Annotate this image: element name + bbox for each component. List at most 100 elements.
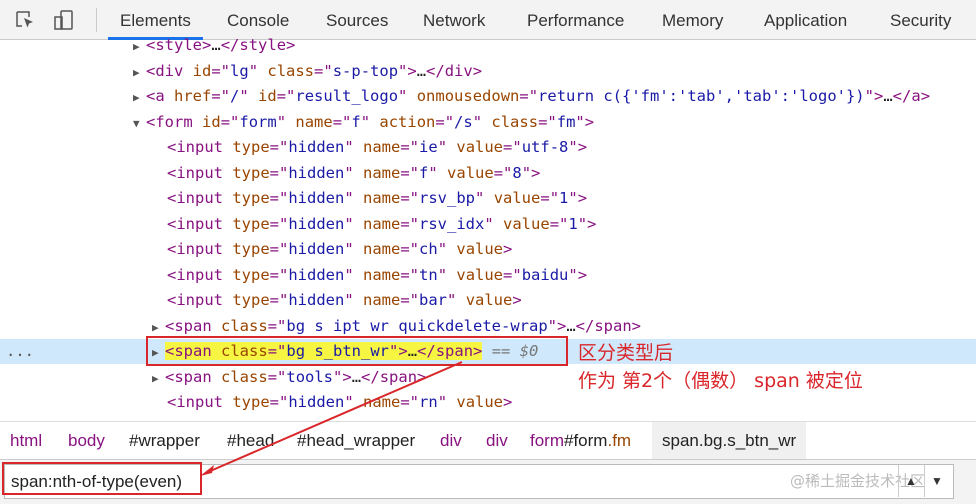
markup-token: input — [176, 291, 233, 309]
dom-node[interactable]: <input type="hidden" name="tn" value="ba… — [0, 263, 976, 288]
markup-token: =" — [269, 214, 289, 233]
node-markup: <input type="hidden" name="ie" value="ut… — [167, 138, 587, 156]
markup-token: =" — [503, 265, 522, 284]
markup-token: 1 — [568, 214, 578, 233]
dom-node[interactable]: <input type="hidden" name="rsv_idx" valu… — [0, 212, 976, 237]
breadcrumb-item[interactable]: body — [58, 422, 115, 459]
dom-node[interactable]: <input type="hidden" name="f" value="8"> — [0, 161, 976, 186]
markup-token: < — [167, 265, 177, 284]
dom-node[interactable]: ▶ <a href="/" id="result_logo" onmousedow… — [0, 84, 976, 109]
markup-token: "> — [568, 265, 588, 284]
markup-token: =" — [269, 163, 289, 182]
search-bar: span:nth-of-type(even) @稀土掘金技术社区 ▲ ▼ — [0, 459, 976, 504]
breadcrumb-item[interactable]: div — [430, 422, 472, 459]
dom-node[interactable]: ▼ <form id="form" name="f" action="/s" cl… — [0, 110, 976, 135]
markup-token: =" — [400, 265, 420, 284]
markup-token: name — [363, 189, 401, 207]
search-prev-button[interactable]: ▲ — [898, 465, 923, 497]
markup-token: class — [491, 112, 539, 131]
dom-node[interactable]: ▶ <style>…</style> — [0, 33, 976, 58]
markup-token: div — [444, 61, 473, 80]
markup-token: hidden — [288, 214, 345, 233]
markup-token: type — [232, 138, 270, 156]
markup-token: action — [379, 112, 436, 131]
markup-token: < — [167, 189, 177, 207]
markup-token: value — [456, 393, 504, 411]
markup-token: lg — [230, 61, 249, 80]
markup-token: " — [437, 240, 457, 258]
markup-token: > — [417, 367, 427, 386]
inspect-element-icon[interactable] — [14, 9, 36, 31]
markup-token: =" — [519, 87, 539, 105]
node-menu-dots[interactable]: ... — [6, 339, 34, 364]
breadcrumb-item[interactable]: #wrapper — [119, 422, 210, 459]
markup-token: rsv_idx — [419, 214, 485, 233]
markup-token: " — [344, 291, 364, 309]
breadcrumb-item[interactable]: form#form.fm — [520, 422, 641, 459]
expand-toggle-icon[interactable]: ▶ — [133, 85, 146, 110]
breadcrumb-item[interactable]: span.bg.s_btn_wr — [652, 422, 807, 459]
markup-token: a — [911, 87, 921, 105]
breadcrumb-item[interactable]: #head — [217, 422, 284, 459]
markup-token: rn — [419, 393, 438, 411]
markup-token: name — [363, 393, 401, 411]
markup-token: =" — [276, 87, 296, 105]
markup-token: bar — [419, 291, 448, 309]
markup-token: =" — [493, 163, 513, 182]
markup-token: value — [465, 291, 513, 309]
markup-token: … — [566, 316, 576, 335]
markup-token: > — [503, 240, 513, 258]
toolbar-divider — [96, 8, 97, 32]
breadcrumb-item[interactable]: html — [0, 422, 52, 459]
expand-toggle-icon[interactable]: ▶ — [152, 366, 165, 391]
markup-token: type — [232, 393, 270, 411]
markup-token: tools — [286, 367, 334, 386]
breadcrumb-item[interactable]: div — [476, 422, 518, 459]
markup-token: " — [344, 265, 364, 284]
breadcrumb-part: #head — [227, 431, 275, 450]
markup-token: =" — [540, 189, 560, 207]
node-markup: <input type="hidden" name="rn" value> — [167, 393, 512, 411]
markup-token: "> — [577, 214, 597, 233]
device-toolbar-icon[interactable] — [53, 9, 75, 31]
markup-token: " — [344, 189, 364, 207]
markup-token: type — [232, 189, 270, 207]
markup-token: " — [344, 214, 364, 233]
dom-node[interactable]: <input type="hidden" name="rn" value> — [0, 390, 976, 415]
markup-token: " — [344, 138, 364, 156]
markup-token: < — [146, 61, 156, 80]
markup-token: =" — [269, 393, 289, 411]
markup-token: < — [167, 393, 177, 411]
dom-node[interactable]: <input type="hidden" name="bar" value> — [0, 288, 976, 313]
markup-token: </ — [575, 316, 595, 335]
dom-node[interactable]: <input type="hidden" name="ie" value="ut… — [0, 135, 976, 160]
dom-node[interactable]: ▶ <div id="lg" class="s-p-top">…</div> — [0, 59, 976, 84]
markup-token: a — [155, 87, 175, 105]
dom-node[interactable]: <input type="hidden" name="rsv_bp" value… — [0, 186, 976, 211]
markup-token: =" — [400, 163, 420, 182]
expand-toggle-icon[interactable]: ▶ — [133, 60, 146, 85]
markup-token: hidden — [288, 240, 345, 258]
markup-token: "> — [864, 87, 884, 105]
dom-node[interactable]: <input type="hidden" name="ch" value> — [0, 237, 976, 262]
markup-token: =" — [269, 265, 289, 284]
breadcrumb-item[interactable]: #head_wrapper — [287, 422, 425, 459]
markup-token: style — [155, 36, 203, 54]
markup-token: name — [363, 240, 401, 258]
markup-token: bg s ipt wr quickdelete-wrap — [286, 316, 548, 335]
annotation-line-2: 作为 第2个（偶数） span 被定位 — [578, 370, 863, 392]
markup-token: ch — [419, 240, 438, 258]
markup-token: value — [456, 138, 504, 156]
markup-token: =" — [549, 214, 569, 233]
markup-token: =" — [503, 138, 522, 156]
markup-token: "> — [568, 189, 588, 207]
expand-toggle-icon[interactable]: ▶ — [133, 34, 146, 59]
search-next-button[interactable]: ▼ — [924, 465, 949, 497]
dom-node[interactable]: ▶ <span class="bg s ipt wr quickdelete-wr… — [0, 314, 976, 339]
markup-token: hidden — [288, 393, 345, 411]
expand-toggle-icon[interactable]: ▼ — [133, 111, 146, 136]
node-markup: <span class="bg s ipt wr quickdelete-wra… — [165, 317, 641, 335]
